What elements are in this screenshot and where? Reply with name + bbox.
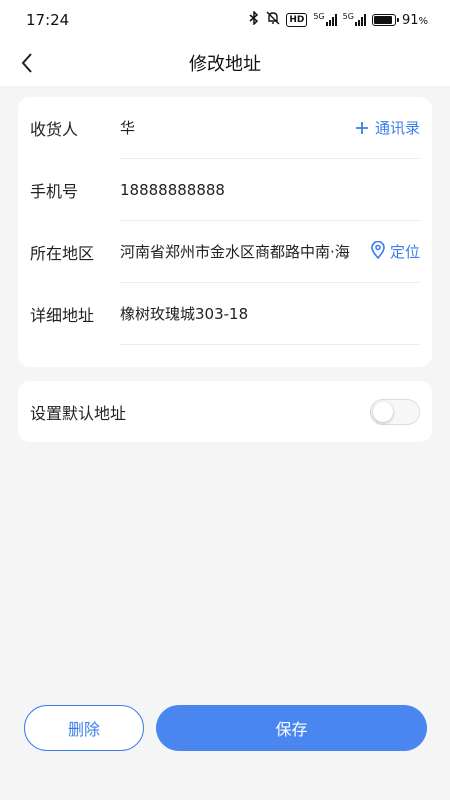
chevron-left-icon: [21, 53, 32, 73]
receiver-label: 收货人: [30, 120, 79, 139]
signal-label: 5G: [342, 12, 354, 21]
region-field-wrap: 河南省郑州市金水区商都路中南·海 定位: [120, 221, 420, 283]
battery-percent: 91%: [402, 13, 428, 28]
page-title: 修改地址: [189, 54, 261, 75]
receiver-row: 收货人 华 通讯录: [30, 97, 420, 159]
default-address-card: 设置默认地址: [18, 381, 432, 442]
status-icons: HD 5G 5G 91%: [248, 10, 428, 29]
detail-input[interactable]: 橡树玫瑰城303-18: [120, 303, 420, 324]
location-pin-icon: [370, 240, 386, 263]
default-address-label: 设置默认地址: [30, 403, 127, 423]
detail-field-wrap: 橡树玫瑰城303-18: [120, 283, 420, 345]
battery-fill: [373, 16, 393, 24]
locate-label: 定位: [389, 243, 420, 261]
default-address-toggle[interactable]: [370, 398, 420, 425]
plus-icon: [355, 118, 369, 138]
phone-label: 手机号: [30, 182, 79, 201]
signal-bars: [354, 14, 366, 26]
signal-icon: 5G: [313, 12, 337, 26]
region-label: 所在地区: [30, 244, 95, 263]
status-time: 17:24: [26, 11, 70, 29]
hd-icon: HD: [286, 13, 308, 27]
region-input[interactable]: 河南省郑州市金水区商都路中南·海: [120, 241, 364, 262]
locate-button[interactable]: 定位: [370, 240, 420, 263]
bluetooth-icon: [248, 10, 260, 29]
phone-input[interactable]: 18888888888: [120, 181, 420, 199]
phone-field-wrap: 18888888888: [120, 159, 420, 221]
nav-bar: 修改地址: [0, 40, 450, 86]
signal-icon: 5G: [342, 12, 366, 26]
receiver-input[interactable]: 华: [120, 117, 349, 138]
detail-label: 详细地址: [30, 306, 95, 325]
contacts-button[interactable]: 通讯录: [355, 117, 420, 138]
battery-percent-unit: %: [418, 15, 428, 27]
save-button[interactable]: 保存: [156, 705, 427, 751]
mute-icon: [266, 11, 280, 29]
signal-bars: [325, 14, 337, 26]
receiver-field-wrap: 华 通讯录: [120, 97, 420, 159]
delete-button[interactable]: 删除: [24, 705, 144, 751]
toggle-knob: [373, 401, 393, 422]
address-form-card: 收货人 华 通讯录 手机号 18888888888 所在地区 河南省郑州市金水区…: [18, 97, 432, 367]
region-row: 所在地区 河南省郑州市金水区商都路中南·海 定位: [30, 221, 420, 283]
battery-percent-value: 91: [401, 12, 419, 28]
contacts-label: 通讯录: [374, 119, 420, 137]
back-button[interactable]: [12, 48, 42, 78]
signal-label: 5G: [313, 12, 325, 21]
edit-address-screen: 17:24 HD 5G 5G 91% 修改地址 收货人 华 通讯录 手机号 18…: [0, 0, 450, 800]
phone-row: 手机号 18888888888: [30, 159, 420, 221]
battery-icon: [371, 14, 399, 26]
status-bar: 17:24 HD 5G 5G 91%: [0, 0, 450, 40]
detail-row: 详细地址 橡树玫瑰城303-18: [30, 283, 420, 345]
